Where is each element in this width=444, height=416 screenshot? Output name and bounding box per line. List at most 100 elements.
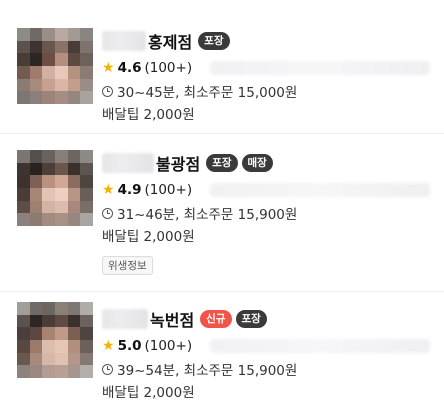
delivery-time: 39~54분, 최소주문 15,900원: [117, 363, 298, 379]
thumbnail-mosaic-cell: [55, 327, 68, 340]
thumbnail-mosaic-cell: [17, 28, 30, 41]
thumbnail-mosaic-cell: [42, 91, 55, 104]
blurred-review-snippet: [210, 183, 431, 197]
thumbnail-mosaic-cell: [55, 188, 68, 201]
thumbnail-mosaic-cell: [67, 78, 81, 92]
thumbnail-mosaic-cell: [55, 28, 68, 41]
thumbnail-mosaic-cell: [29, 28, 43, 41]
thumbnail-mosaic-cell: [80, 53, 93, 66]
thumbnail-mosaic-cell: [17, 365, 30, 378]
thumbnail-mosaic-cell: [17, 302, 30, 315]
delivery-time: 31~46분, 최소주문 15,900원: [117, 207, 298, 223]
thumbnail-mosaic-cell: [42, 150, 55, 163]
blurred-name-prefix: [102, 153, 154, 173]
thumbnail-mosaic-cell: [80, 365, 93, 378]
store-info: 홍제점 포장 ★ 4.6 (100+) 30~45분, 최소주문 15,000원…: [102, 28, 436, 126]
thumbnail-mosaic-cell: [17, 327, 30, 340]
review-count: (100+): [144, 182, 193, 198]
thumbnail-mosaic-cell: [42, 327, 55, 340]
thumbnail-mosaic-cell: [42, 188, 55, 201]
thumbnail-mosaic-cell: [80, 40, 93, 54]
thumbnail-mosaic-cell: [67, 340, 81, 353]
thumbnail-mosaic-cell: [17, 200, 30, 214]
badge-dinein: 매장: [241, 154, 273, 172]
thumbnail-mosaic-cell: [17, 188, 30, 201]
store-card[interactable]: 녹번점 신규 포장 ★ 5.0 (100+) 39~54분, 최소주문 15,9…: [0, 292, 444, 416]
blurred-name-prefix: [102, 309, 148, 329]
thumbnail-mosaic-cell: [55, 53, 68, 66]
store-name[interactable]: 홍제점: [148, 29, 192, 53]
thumbnail-mosaic-cell: [80, 28, 93, 41]
store-info: 녹번점 신규 포장 ★ 5.0 (100+) 39~54분, 최소주문 15,9…: [102, 306, 436, 404]
rating-value: 4.6: [117, 60, 142, 76]
store-info: 불광점 포장 매장 ★ 4.9 (100+) 31~46분, 최소주문 15,9…: [102, 150, 436, 275]
blurred-review-snippet: [210, 339, 431, 353]
thumbnail-mosaic-cell: [29, 188, 43, 201]
thumbnail-mosaic-cell: [29, 66, 43, 79]
thumbnail-mosaic-cell: [55, 162, 68, 176]
thumbnail-mosaic-cell: [67, 175, 81, 188]
thumbnail-mosaic-cell: [42, 66, 55, 79]
thumbnail-mosaic-cell: [17, 40, 30, 54]
thumbnail-mosaic-cell: [29, 200, 43, 214]
thumbnail-mosaic-cell: [67, 150, 81, 163]
thumbnail-mosaic-cell: [42, 302, 55, 315]
thumbnail-mosaic-cell: [55, 78, 68, 92]
thumbnail-mosaic-cell: [80, 175, 93, 188]
thumbnail-mosaic-cell: [67, 91, 81, 104]
rating-value: 4.9: [117, 182, 142, 198]
delivery-time-row: 30~45분, 최소주문 15,000원: [102, 80, 436, 102]
thumbnail-mosaic-cell: [55, 66, 68, 79]
thumbnail-mosaic-cell: [80, 302, 93, 315]
thumbnail-mosaic-cell: [55, 200, 68, 214]
clock-icon: [102, 207, 113, 219]
thumbnail-mosaic-cell: [67, 327, 81, 340]
thumbnail-mosaic-cell: [29, 213, 43, 226]
thumbnail-mosaic-cell: [67, 53, 81, 66]
thumbnail-mosaic-cell: [17, 162, 30, 176]
badge-takeout: 포장: [198, 32, 230, 50]
hygiene-info-button[interactable]: 위생정보: [102, 256, 153, 275]
store-list: 홍제점 포장 ★ 4.6 (100+) 30~45분, 최소주문 15,000원…: [0, 0, 444, 416]
thumbnail-mosaic-cell: [67, 314, 81, 328]
delivery-tip: 배달팁 2,000원: [102, 229, 195, 245]
thumbnail-mosaic-cell: [80, 200, 93, 214]
thumbnail-mosaic-cell: [80, 352, 93, 366]
thumbnail-mosaic-cell: [17, 53, 30, 66]
thumbnail-mosaic-cell: [17, 150, 30, 163]
star-icon: ★: [102, 182, 115, 198]
thumbnail-mosaic-cell: [42, 352, 55, 366]
thumbnail-mosaic-cell: [67, 162, 81, 176]
store-name[interactable]: 불광점: [156, 151, 200, 175]
delivery-tip: 배달팁 2,000원: [102, 107, 195, 123]
thumbnail-mosaic-cell: [55, 352, 68, 366]
thumbnail-mosaic-cell: [17, 78, 30, 92]
thumbnail-mosaic-cell: [67, 40, 81, 54]
rating-value: 5.0: [117, 338, 142, 354]
store-thumbnail[interactable]: [17, 302, 93, 378]
thumbnail-mosaic-cell: [29, 365, 43, 378]
thumbnail-mosaic-cell: [29, 314, 43, 328]
thumbnail-mosaic-cell: [42, 78, 55, 92]
store-thumbnail[interactable]: [17, 28, 93, 104]
star-icon: ★: [102, 338, 115, 354]
thumbnail-mosaic-cell: [80, 162, 93, 176]
clock-icon: [102, 85, 113, 97]
store-card[interactable]: 불광점 포장 매장 ★ 4.9 (100+) 31~46분, 최소주문 15,9…: [0, 134, 444, 292]
review-count: (100+): [144, 338, 193, 354]
thumbnail-mosaic-cell: [80, 327, 93, 340]
thumbnail-mosaic-cell: [67, 213, 81, 226]
thumbnail-mosaic-cell: [55, 40, 68, 54]
store-card[interactable]: 홍제점 포장 ★ 4.6 (100+) 30~45분, 최소주문 15,000원…: [0, 0, 444, 134]
thumbnail-mosaic-cell: [29, 78, 43, 92]
badge-new: 신규: [200, 310, 232, 328]
thumbnail-mosaic-cell: [42, 40, 55, 54]
thumbnail-mosaic-cell: [55, 175, 68, 188]
thumbnail-mosaic-cell: [29, 162, 43, 176]
store-thumbnail[interactable]: [17, 150, 93, 226]
store-name[interactable]: 녹번점: [150, 307, 194, 331]
thumbnail-mosaic-cell: [42, 314, 55, 328]
thumbnail-mosaic-cell: [80, 188, 93, 201]
thumbnail-mosaic-cell: [80, 78, 93, 92]
thumbnail-mosaic-cell: [42, 213, 55, 226]
